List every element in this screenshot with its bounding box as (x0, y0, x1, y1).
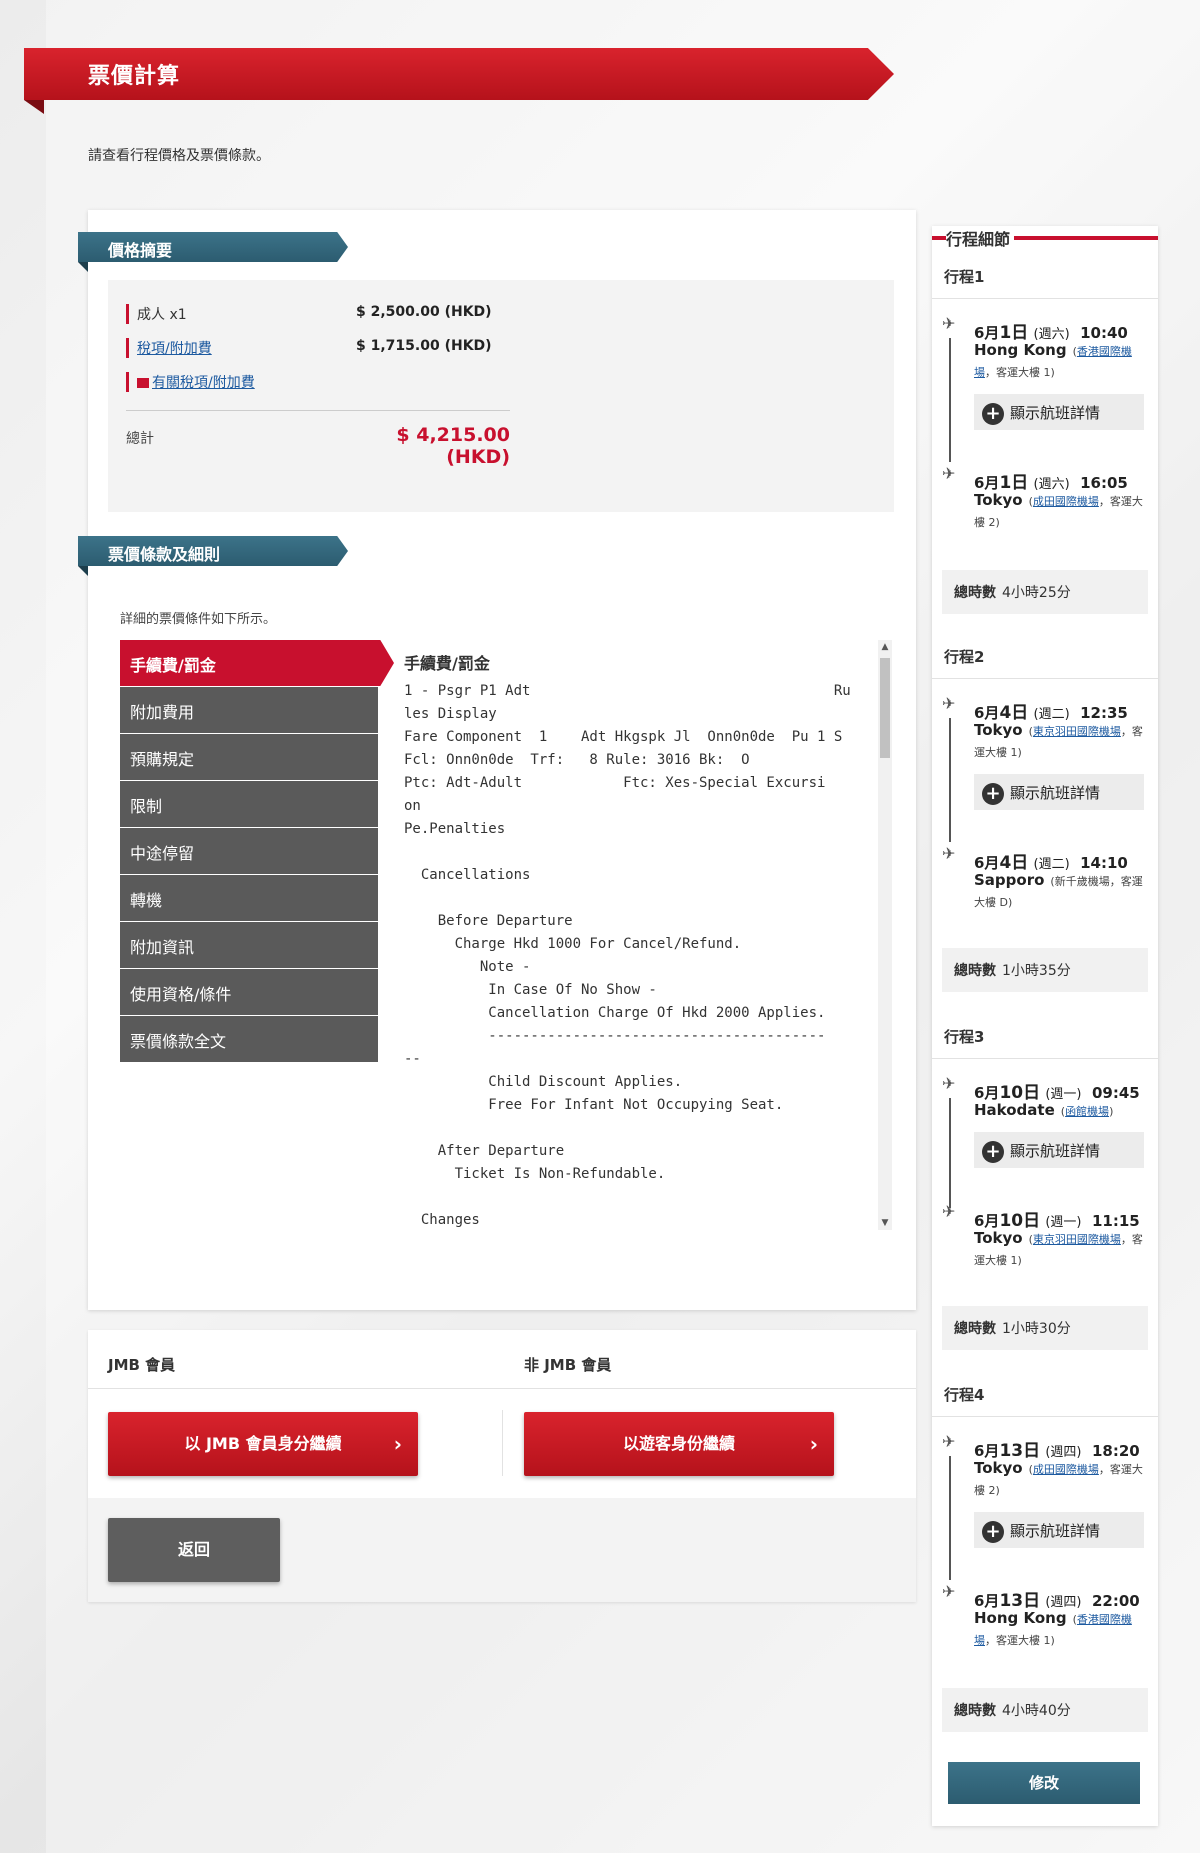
tab-transfers[interactable]: 轉機 (120, 875, 378, 921)
rules-content-pane[interactable]: 手續費/罰金 1 - Psgr P1 Adt Ru les Display Fa… (404, 640, 874, 1230)
plane-takeoff-icon: ✈ (942, 314, 956, 333)
plus-circle-icon: + (982, 1140, 1004, 1163)
arrive-location: Tokyo (成田國際機場，客運大樓 2) (974, 491, 1143, 529)
chevron-right-icon: › (393, 1432, 402, 1456)
depart-location: Tokyo (成田國際機場，客運大樓 2) (974, 1459, 1143, 1497)
price-summary-box: 成人 x1 $ 2,500.00 (HKD) 稅項/附加費 $ 1,715.00… (108, 280, 894, 512)
leg-title: 行程2 (944, 648, 985, 666)
plane-landing-icon: ✈ (942, 1202, 956, 1221)
plane-takeoff-icon: ✈ (942, 1074, 956, 1093)
plus-circle-icon: + (982, 402, 1004, 425)
page-title: 票價計算 (88, 64, 181, 89)
tab-stopovers[interactable]: 中途停留 (120, 828, 378, 874)
plane-takeoff-icon: ✈ (942, 1432, 956, 1451)
tab-restrictions[interactable]: 限制 (120, 781, 378, 827)
non-jmb-member-label: 非 JMB 會員 (524, 1356, 612, 1374)
tab-full-text[interactable]: 票價條款全文 (120, 1016, 378, 1062)
price-row-tax: 稅項/附加費 $ 1,715.00 (HKD) (126, 338, 492, 358)
price-value: $ 1,715.00 (HKD) (356, 338, 492, 354)
route-line (949, 338, 951, 462)
route-line (949, 1098, 951, 1208)
route-line (949, 1456, 951, 1580)
plane-landing-icon: ✈ (942, 1582, 956, 1601)
price-divider (126, 410, 510, 411)
airport-link[interactable]: 東京羽田國際機場 (1033, 725, 1121, 738)
rules-content-heading: 手續費/罰金 (404, 654, 490, 673)
scroll-down-icon[interactable]: ▼ (878, 1216, 892, 1230)
show-flight-details-button[interactable]: + 顯示航班詳情 (974, 1132, 1144, 1168)
fare-rules-intro: 詳細的票價條件如下所示。 (120, 612, 277, 627)
banner-fold (24, 100, 44, 114)
chevron-right-icon: › (809, 1432, 818, 1456)
airport-link[interactable]: 成田國際機場 (1033, 495, 1099, 508)
plane-takeoff-icon: ✈ (942, 694, 956, 713)
arrive-location: Tokyo (東京羽田國際機場，客運大樓 1) (974, 1229, 1143, 1267)
plus-circle-icon: + (982, 1520, 1004, 1543)
rule-tabs: 手續費/罰金 附加費用 預購規定 限制 中途停留 轉機 附加資訊 使用資格/條件… (120, 640, 394, 1063)
button-label: 以 JMB 會員身分繼續 (184, 1434, 342, 1453)
price-row-tax-info: 有關稅項/附加費 (126, 372, 356, 392)
tab-additional-info[interactable]: 附加資訊 (120, 922, 378, 968)
airport-link[interactable]: 東京羽田國際機場 (1033, 1233, 1121, 1246)
fare-rules-heading: 票價條款及細則 (78, 536, 348, 566)
scroll-thumb[interactable] (880, 658, 890, 758)
depart-location: Hakodate (函館機場) (974, 1101, 1114, 1119)
continue-as-jmb-button[interactable]: 以 JMB 會員身分繼續 › (108, 1412, 418, 1476)
divider (932, 1416, 1158, 1417)
tab-penalties[interactable]: 手續費/罰金 (120, 640, 394, 686)
plus-circle-icon: + (982, 782, 1004, 805)
tab-advance-purchase[interactable]: 預購規定 (120, 734, 378, 780)
document-icon (137, 378, 149, 388)
itinerary-heading: 行程細節 (946, 226, 1015, 250)
price-label: 成人 x1 (126, 304, 356, 324)
price-label: 有關稅項/附加費 (126, 372, 356, 392)
divider (932, 1058, 1158, 1059)
show-flight-details-button[interactable]: + 顯示航班詳情 (974, 774, 1144, 810)
rules-scrollbar[interactable]: ▲ ▼ (878, 640, 892, 1230)
leg-duration: 總時數 4小時25分 (942, 570, 1148, 614)
arrive-location: Hong Kong (香港國際機場，客運大樓 1) (974, 1609, 1132, 1647)
plane-landing-icon: ✈ (942, 464, 956, 483)
total-label: 總計 (126, 431, 154, 447)
price-value: $ 2,500.00 (HKD) (356, 304, 492, 320)
divider (502, 1410, 503, 1476)
arrive-location: Sapporo (新千歲機場，客運大樓 D) (974, 871, 1143, 909)
route-line (949, 718, 951, 842)
show-flight-details-button[interactable]: + 顯示航班詳情 (974, 1512, 1144, 1548)
itinerary-sidebar: 行程細節 行程1 ✈ 6月1日 (週六) 10:40 Hong Kong (香港國… (932, 226, 1158, 1826)
back-button[interactable]: 返回 (108, 1518, 280, 1582)
page-intro: 請查看行程價格及票價條款。 (88, 148, 270, 164)
airport-link[interactable]: 函館機場 (1065, 1105, 1109, 1118)
price-label: 稅項/附加費 (126, 338, 356, 358)
divider (932, 298, 1158, 299)
button-label: 以遊客身份繼續 (622, 1434, 735, 1453)
leg-title: 行程4 (944, 1386, 985, 1404)
modify-button[interactable]: 修改 (948, 1762, 1140, 1804)
tax-info-link[interactable]: 有關稅項/附加費 (152, 375, 255, 391)
member-options: JMB 會員 非 JMB 會員 以 JMB 會員身分繼續 › 以遊客身份繼續 › (88, 1330, 916, 1498)
member-panel: JMB 會員 非 JMB 會員 以 JMB 會員身分繼續 › 以遊客身份繼續 ›… (88, 1330, 916, 1602)
leg-duration: 總時數 4小時40分 (942, 1688, 1148, 1732)
divider (88, 1388, 916, 1389)
continue-as-guest-button[interactable]: 以遊客身份繼續 › (524, 1412, 834, 1476)
total-value: $ 4,215.00 (HKD) (396, 424, 510, 468)
leg-title: 行程3 (944, 1028, 985, 1046)
tax-link[interactable]: 稅項/附加費 (137, 341, 212, 357)
scroll-up-icon[interactable]: ▲ (878, 640, 892, 654)
show-flight-details-button[interactable]: + 顯示航班詳情 (974, 394, 1144, 430)
price-summary-heading: 價格摘要 (78, 232, 348, 262)
airport-link[interactable]: 成田國際機場 (1033, 1463, 1099, 1476)
leg-duration: 總時數 1小時30分 (942, 1306, 1148, 1350)
tab-eligibility[interactable]: 使用資格/條件 (120, 969, 378, 1015)
depart-location: Tokyo (東京羽田國際機場，客運大樓 1) (974, 721, 1143, 759)
depart-location: Hong Kong (香港國際機場，客運大樓 1) (974, 341, 1132, 379)
price-row-adult: 成人 x1 $ 2,500.00 (HKD) (126, 304, 492, 324)
divider (932, 678, 1158, 679)
leg-duration: 總時數 1小時35分 (942, 948, 1148, 992)
leg-title: 行程1 (944, 268, 985, 286)
rules-content-text: 1 - Psgr P1 Adt Ru les Display Fare Comp… (404, 683, 851, 1228)
plane-landing-icon: ✈ (942, 844, 956, 863)
tab-surcharges[interactable]: 附加費用 (120, 687, 378, 733)
jmb-member-label: JMB 會員 (108, 1356, 176, 1374)
